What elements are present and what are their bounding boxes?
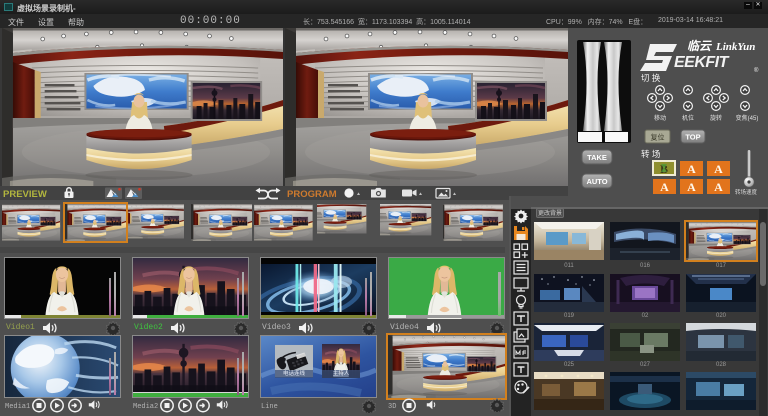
svg-text:EEKFIT: EEKFIT [674, 54, 730, 71]
svg-text:®: ® [754, 67, 759, 74]
svg-text:复位: 复位 [651, 133, 665, 142]
svg-text:转 场: 转 场 [641, 149, 660, 159]
svg-text:TOP: TOP [685, 133, 700, 142]
svg-text:移动: 移动 [654, 114, 666, 122]
svg-text:A: A [687, 162, 696, 176]
svg-text:旋转: 旋转 [710, 114, 722, 122]
svg-text:A: A [660, 180, 669, 194]
svg-text:AUTO: AUTO [586, 177, 607, 186]
svg-text:A: A [714, 162, 723, 176]
svg-text:切 换: 切 换 [641, 73, 661, 83]
svg-text:机位: 机位 [682, 114, 694, 122]
svg-text:A: A [687, 180, 696, 194]
svg-text:LinkYun: LinkYun [715, 41, 755, 53]
svg-text:A: A [714, 180, 723, 194]
svg-text:TAKE: TAKE [587, 153, 607, 162]
svg-text:临云: 临云 [687, 39, 713, 53]
svg-text:转场速度: 转场速度 [735, 188, 758, 196]
svg-text:变焦(45): 变焦(45) [736, 114, 759, 122]
